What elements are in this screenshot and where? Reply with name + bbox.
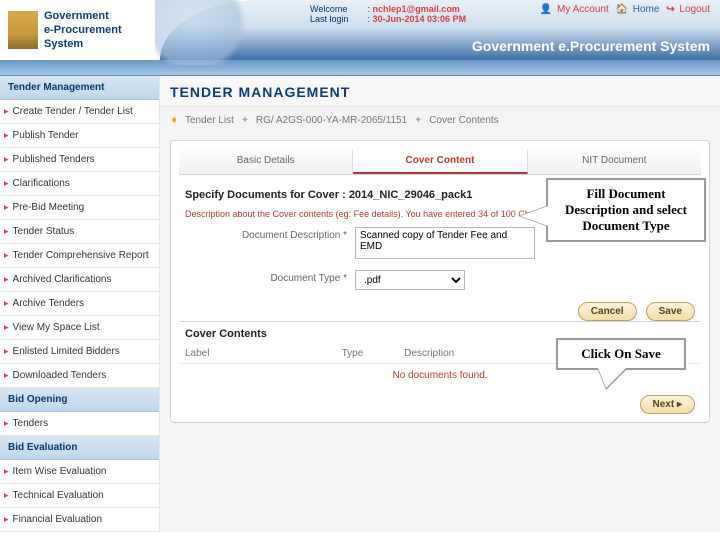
arrow-icon: ▸ <box>4 466 9 477</box>
col-type: Type <box>336 344 399 364</box>
breadcrumb: ➧ Tender List ✦ RG/ A2GS-000-YA-MR-2065/… <box>160 107 720 134</box>
system-name: Government e.Procurement System <box>472 38 710 54</box>
sidebar-item-label: View My Space List <box>13 322 100 333</box>
sidebar-item-label: Archived Clarifications <box>13 274 112 285</box>
sidebar-item-label: Published Tenders <box>13 154 95 165</box>
breadcrumb-item[interactable]: Tender List <box>185 115 234 126</box>
arrow-icon: ▸ <box>4 226 9 237</box>
arrow-icon: ▸ <box>4 274 9 285</box>
callout-click-save: Click On Save <box>556 338 686 370</box>
sidebar-item-label: Archive Tenders <box>13 298 85 309</box>
home-link[interactable]: 🏠 Home <box>614 4 660 15</box>
breadcrumb-item[interactable]: RG/ A2GS-000-YA-MR-2065/1151 <box>256 115 407 126</box>
arrow-icon: ▸ <box>4 154 9 165</box>
callout-fill-document: Fill Document Description and select Doc… <box>546 178 706 242</box>
header-info: Welcome : nchlep1@gmail.com Last login :… <box>310 4 466 24</box>
sidebar: Tender Management ▸ Create Tender / Tender… <box>0 76 160 532</box>
logout-icon: ↪ <box>666 4 674 15</box>
sidebar-item-label: Create Tender / Tender List <box>13 106 133 117</box>
sidebar-item[interactable]: ▸ Archive Tenders <box>0 292 159 316</box>
arrow-icon: ▸ <box>4 370 9 381</box>
tab-cover-content[interactable]: Cover Content <box>353 149 527 174</box>
sidebar-item-label: Tender Status <box>13 226 75 237</box>
sidebar-item[interactable]: ▸ Enlisted Limited Bidders <box>0 340 159 364</box>
arrow-icon: ▸ <box>4 178 9 189</box>
save-button[interactable]: Save <box>646 302 695 321</box>
brand-title: Government e-Procurement System <box>44 9 122 51</box>
header-separator <box>0 60 720 76</box>
sidebar-item[interactable]: ▸ Financial Evaluation <box>0 508 159 532</box>
sidebar-item-label: Technical Evaluation <box>13 490 104 501</box>
sidebar-item[interactable]: ▸ Downloaded Tenders <box>0 364 159 388</box>
arrow-icon: ▸ <box>4 202 9 213</box>
arrow-icon: ▸ <box>4 298 9 309</box>
tab-basic-details[interactable]: Basic Details <box>179 149 353 174</box>
sidebar-item[interactable]: ▸ Item Wise Evaluation <box>0 460 159 484</box>
sidebar-section-1: Bid Opening <box>0 388 159 412</box>
arrow-icon: ▸ <box>4 346 9 357</box>
sidebar-item[interactable]: ▸ Archived Clarifications <box>0 268 159 292</box>
sidebar-item[interactable]: ▸ Publish Tender <box>0 124 159 148</box>
sidebar-item[interactable]: ▸ Published Tenders <box>0 148 159 172</box>
sidebar-section-2: Bid Evaluation <box>0 436 159 460</box>
cancel-button[interactable]: Cancel <box>578 302 637 321</box>
page-heading: TENDER MANAGEMENT <box>160 76 720 107</box>
doc-type-select[interactable]: .pdf <box>355 270 465 290</box>
sidebar-item-label: Enlisted Limited Bidders <box>13 346 120 357</box>
logout-link[interactable]: ↪ Logout <box>664 4 710 15</box>
sidebar-item[interactable]: ▸ Tender Status <box>0 220 159 244</box>
next-button[interactable]: Next ▸ <box>640 395 696 414</box>
sidebar-item-label: Clarifications <box>13 178 70 189</box>
sidebar-item-label: Tender Comprehensive Report <box>13 250 149 261</box>
sidebar-item[interactable]: ▸ Tenders <box>0 412 159 436</box>
arrow-icon: ▸ <box>4 130 9 141</box>
arrow-icon: ▸ <box>4 322 9 333</box>
arrow-icon: ▸ <box>4 250 9 261</box>
header-brand: Government e-Procurement System <box>0 0 160 60</box>
sidebar-item[interactable]: ▸ Pre-Bid Meeting <box>0 196 159 220</box>
arrow-icon: ▸ <box>4 514 9 525</box>
sidebar-item-label: Publish Tender <box>13 130 79 141</box>
my-account-link[interactable]: 👤 My Account <box>538 4 609 15</box>
arrow-icon: ▸ <box>4 490 9 501</box>
user-icon: 👤 <box>540 4 552 15</box>
national-emblem-icon <box>8 11 38 49</box>
col-label: Label <box>179 344 336 364</box>
sidebar-item-label: Item Wise Evaluation <box>13 466 107 477</box>
tab-nit-document[interactable]: NIT Document <box>528 149 701 174</box>
doc-type-label: Document Type * <box>185 270 355 284</box>
doc-desc-label: Document Description * <box>185 227 355 241</box>
sidebar-item[interactable]: ▸ Create Tender / Tender List <box>0 100 159 124</box>
sidebar-section-0: Tender Management <box>0 76 159 100</box>
map-icon <box>155 0 255 65</box>
arrow-icon: ▸ <box>4 418 9 429</box>
sidebar-item-label: Downloaded Tenders <box>13 370 107 381</box>
arrow-icon: ▸ <box>4 106 9 117</box>
sidebar-item-label: Tenders <box>13 418 49 429</box>
home-icon: 🏠 <box>616 4 628 15</box>
doc-desc-input[interactable]: Scanned copy of Tender Fee and EMD <box>355 227 535 259</box>
sidebar-item[interactable]: ▸ Clarifications <box>0 172 159 196</box>
arrow-icon: ➧ <box>170 115 178 126</box>
sidebar-item[interactable]: ▸ View My Space List <box>0 316 159 340</box>
breadcrumb-item: Cover Contents <box>429 115 498 126</box>
sidebar-item[interactable]: ▸ Tender Comprehensive Report <box>0 244 159 268</box>
sidebar-item-label: Pre-Bid Meeting <box>13 202 85 213</box>
sidebar-item[interactable]: ▸ Technical Evaluation <box>0 484 159 508</box>
sidebar-item-label: Financial Evaluation <box>13 514 103 525</box>
